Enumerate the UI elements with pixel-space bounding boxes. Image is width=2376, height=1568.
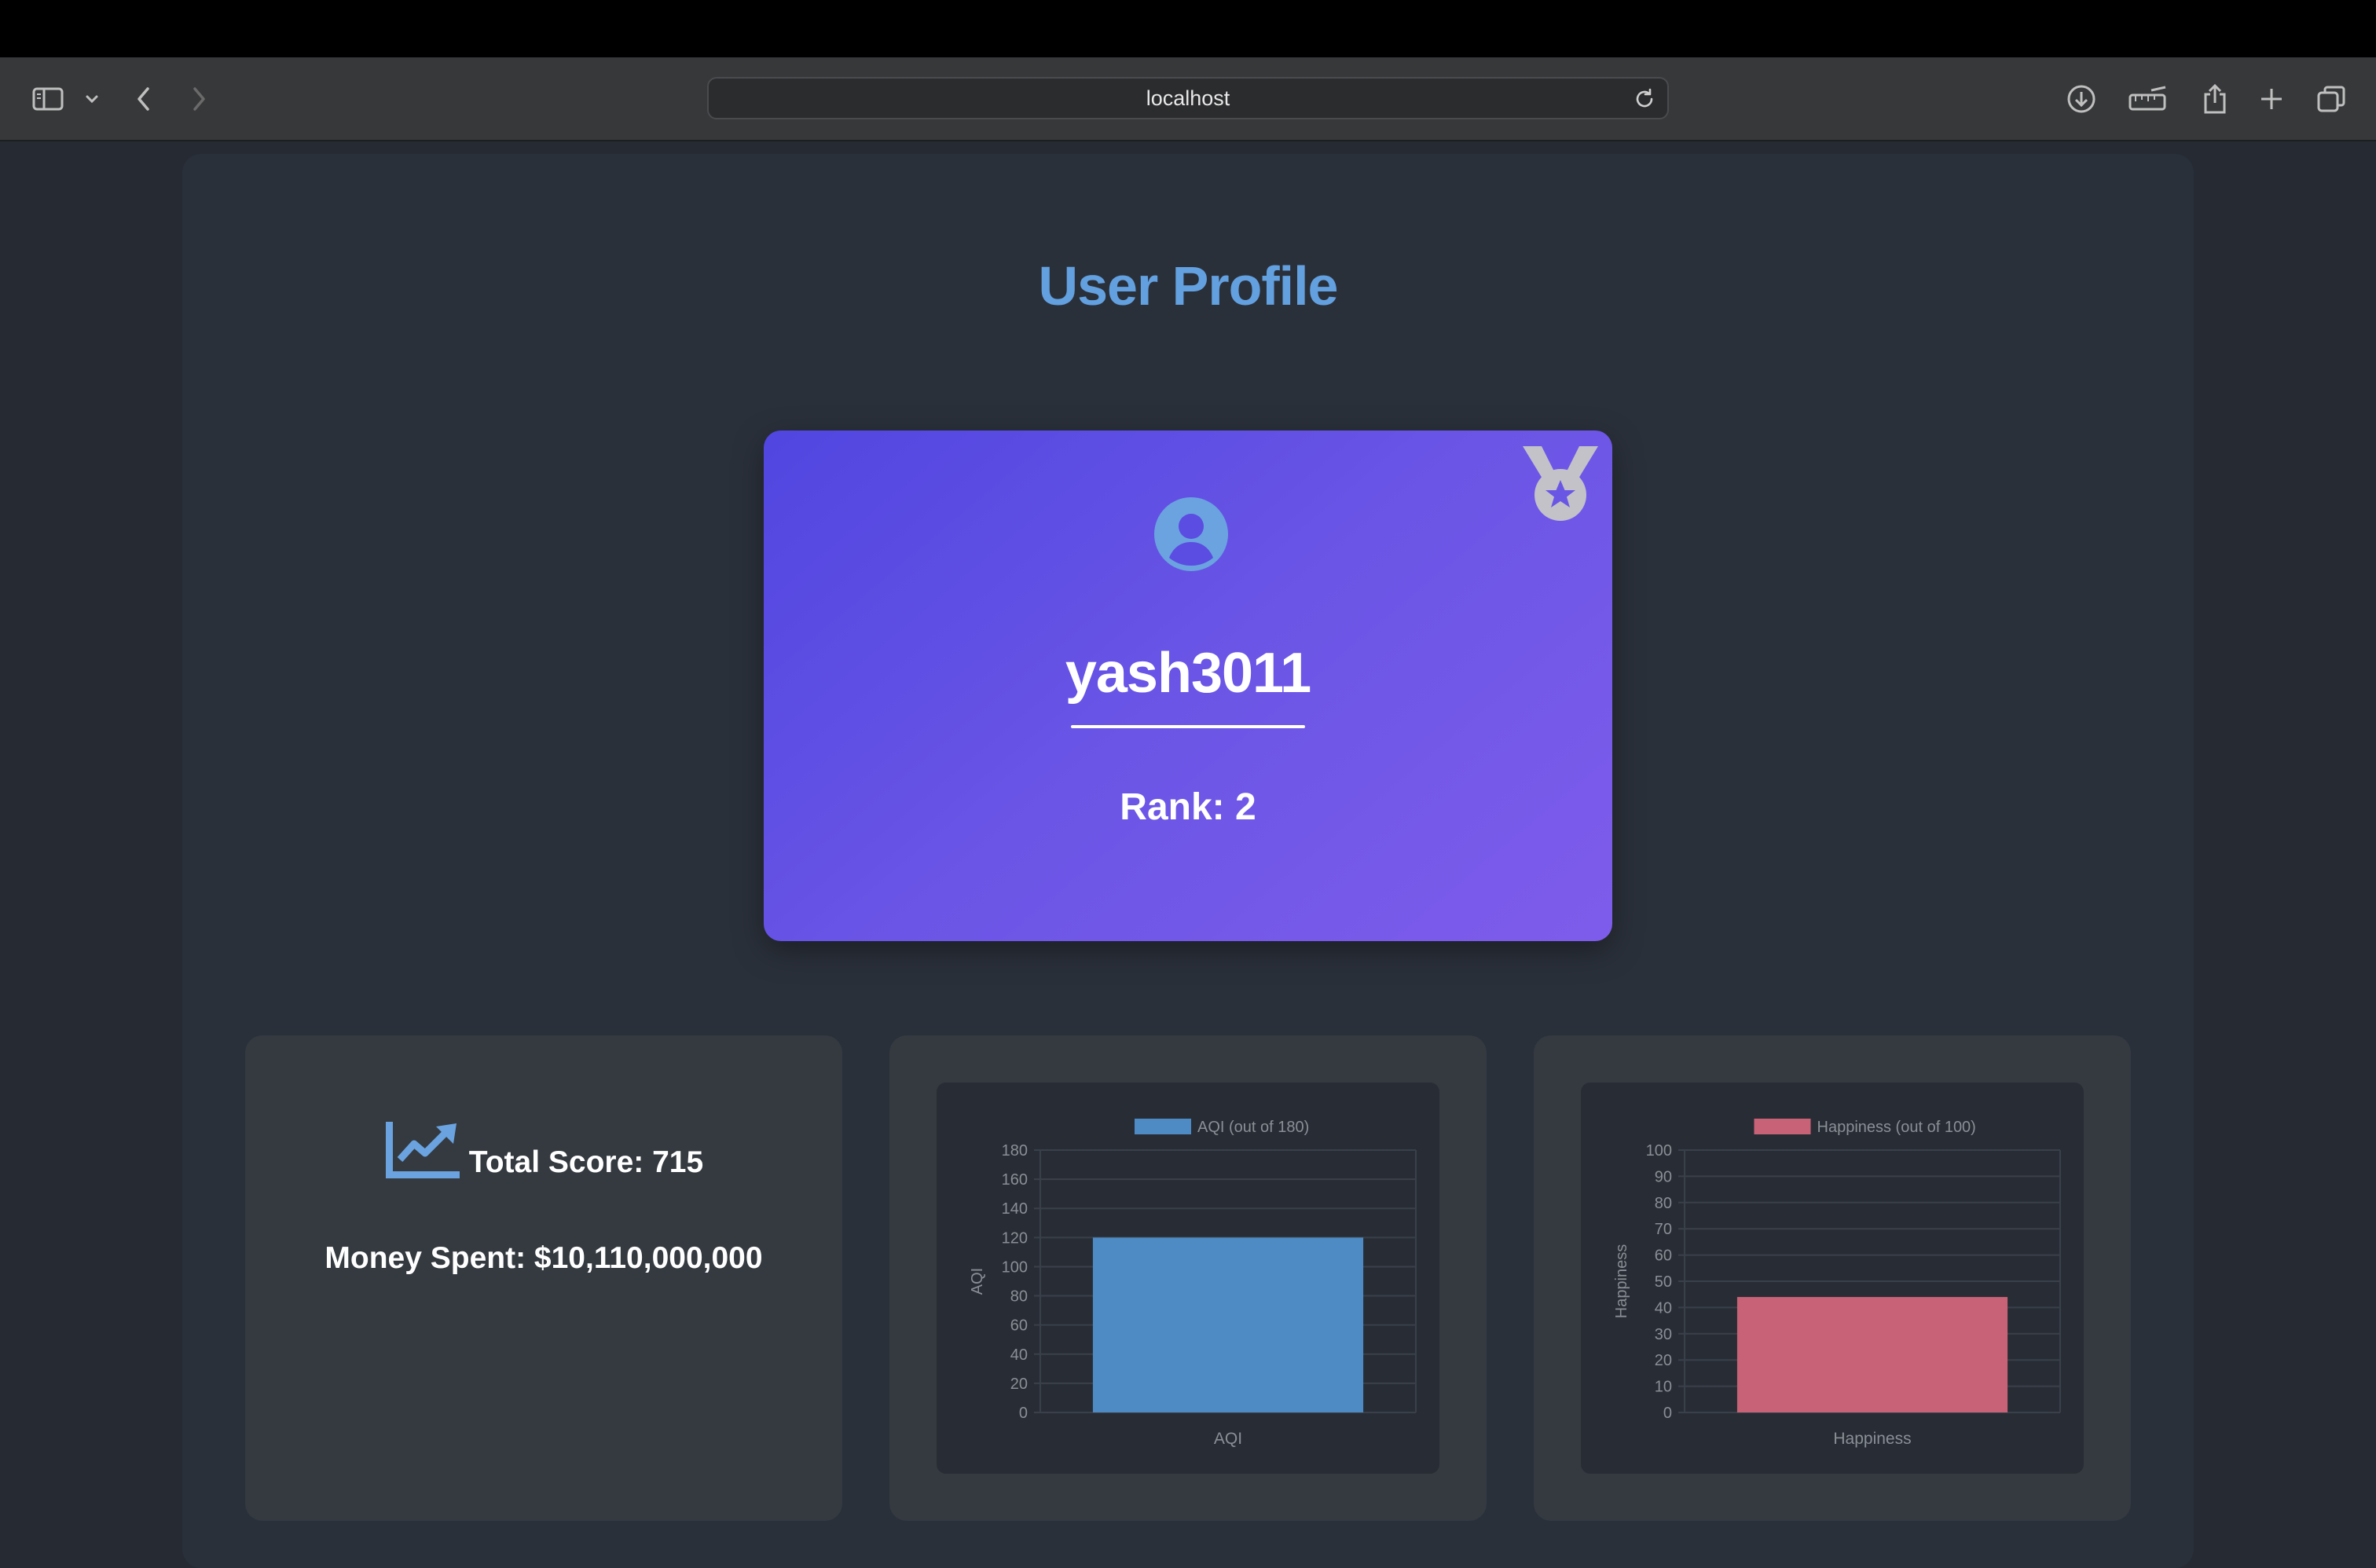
forward-arrow-icon[interactable] (179, 79, 218, 119)
download-icon[interactable] (2062, 79, 2101, 119)
username: yash3011 (1065, 642, 1311, 705)
total-score-row: Total Score: 715 (245, 1120, 842, 1180)
happiness-y-tick-label: 0 (1663, 1405, 1672, 1422)
chart-line-icon (385, 1122, 460, 1178)
browser-toolbar: localhost (0, 57, 2376, 141)
happiness-y-tick-label: 60 (1655, 1247, 1672, 1265)
aqi-y-axis-label: AQI (969, 1268, 986, 1295)
aqi-y-tick-label: 100 (1002, 1258, 1028, 1276)
aqi-y-tick-label: 160 (1002, 1171, 1028, 1189)
aqi-y-tick-label: 0 (1019, 1405, 1028, 1422)
happiness-y-tick-label: 90 (1655, 1168, 1672, 1185)
aqi-y-tick-label: 20 (1010, 1376, 1028, 1393)
url-text: localhost (1146, 86, 1230, 110)
happiness-y-tick-label: 80 (1655, 1195, 1672, 1212)
rank-text: Rank: 2 (1120, 786, 1256, 828)
aqi-chart-container: 0 20 40 60 80 100 120 140 160 180 AQI AQI AQI (out o… (937, 1083, 1439, 1474)
profile-page: User Profile yash3011 Rank: 2 Total Scor… (182, 154, 2194, 1568)
share-icon[interactable] (2195, 79, 2235, 119)
profile-card: yash3011 Rank: 2 (764, 430, 1612, 941)
total-score-text: Total Score: 715 (468, 1145, 704, 1179)
aqi-y-tick-label: 120 (1002, 1229, 1028, 1247)
aqi-y-tick-label: 40 (1010, 1346, 1028, 1364)
happiness-legend-swatch[interactable] (1754, 1119, 1811, 1134)
page-title: User Profile (1038, 255, 1339, 317)
tab-overview-icon[interactable] (2312, 79, 2351, 119)
aqi-y-tick-label: 80 (1010, 1288, 1028, 1306)
reader-ruler-icon[interactable] (2126, 79, 2170, 119)
chevron-down-icon[interactable] (72, 79, 112, 119)
money-spent-text: Money Spent: $10,110,000,000 (324, 1241, 763, 1275)
happiness-chart-card: 0 10 20 30 40 50 60 70 80 90 100 Happiness Happiness… (1534, 1035, 2131, 1521)
happiness-x-tick-label: Happiness (1833, 1430, 1911, 1448)
happiness-legend-label[interactable]: Happiness (out of 100) (1817, 1119, 1976, 1136)
happiness-y-tick-label: 10 (1655, 1379, 1672, 1396)
aqi-bar-chart: 0 20 40 60 80 100 120 140 160 180 AQI AQI AQI (out o… (969, 1119, 1417, 1448)
happiness-y-tick-label: 30 (1655, 1326, 1672, 1343)
happiness-bar-chart: 0 10 20 30 40 50 60 70 80 90 100 Happiness Happiness… (1613, 1119, 2061, 1448)
new-tab-plus-icon[interactable] (2252, 79, 2291, 119)
happiness-y-tick-label: 100 (1646, 1142, 1672, 1160)
avatar-user-circle-icon (1154, 497, 1228, 571)
address-bar[interactable]: localhost (707, 77, 1669, 119)
window-top-bar (0, 0, 2376, 57)
happiness-y-tick-label: 50 (1655, 1273, 1672, 1291)
happiness-y-tick-label: 20 (1655, 1352, 1672, 1369)
aqi-y-tick-label: 60 (1010, 1317, 1028, 1335)
aqi-legend-label[interactable]: AQI (out of 180) (1197, 1119, 1309, 1136)
medal-icon (1523, 446, 1598, 521)
happiness-bar[interactable] (1736, 1297, 2008, 1412)
aqi-y-tick-label: 140 (1002, 1200, 1028, 1218)
aqi-y-tick-label: 180 (1002, 1142, 1028, 1160)
aqi-legend-swatch[interactable] (1135, 1119, 1191, 1134)
happiness-chart-container: 0 10 20 30 40 50 60 70 80 90 100 Happiness Happiness… (1581, 1083, 2084, 1474)
aqi-x-tick-label: AQI (1214, 1430, 1242, 1448)
aqi-bar[interactable] (1092, 1237, 1364, 1412)
happiness-y-tick-label: 70 (1655, 1221, 1672, 1238)
reload-icon[interactable] (1633, 87, 1656, 111)
back-arrow-icon[interactable] (124, 79, 163, 119)
sidebar-toggle-icon[interactable] (28, 79, 68, 119)
aqi-chart-card: 0 20 40 60 80 100 120 140 160 180 AQI AQI AQI (out o… (889, 1035, 1487, 1521)
happiness-y-tick-label: 40 (1655, 1299, 1672, 1317)
score-card: Total Score: 715 Money Spent: $10,110,00… (245, 1035, 842, 1521)
username-underline (1071, 725, 1305, 728)
happiness-y-axis-label: Happiness (1613, 1244, 1630, 1319)
